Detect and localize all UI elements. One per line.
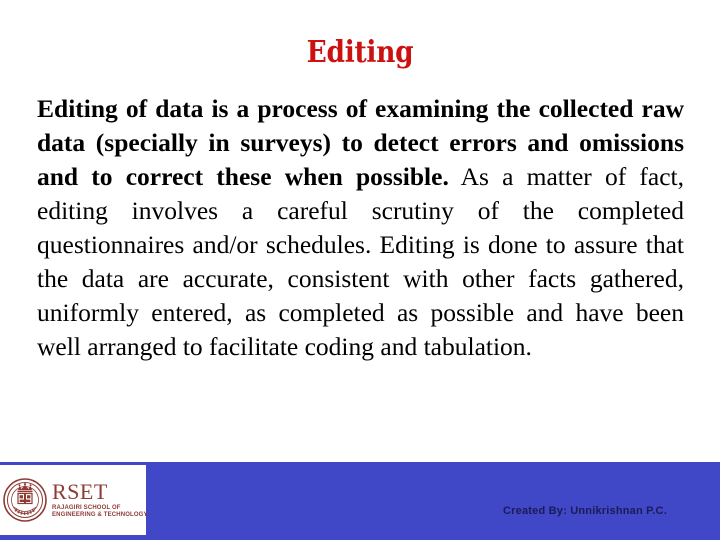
slide-title: Editing — [306, 35, 414, 70]
body-regular-rest: As a matter of fact, editing involves a … — [37, 162, 684, 361]
logo-acronym: RSET — [52, 478, 108, 504]
presentation-slide: Editing Editing of data is a process of … — [0, 0, 720, 540]
logo-fullname-line2: ENGINEERING & TECHNOLOGY — [52, 512, 148, 518]
slide-body-text: Editing of data is a process of examinin… — [37, 92, 684, 364]
logo-fullname-line1: RAJAGIRI SCHOOL OF — [52, 504, 121, 511]
credit-line: Created By: Unnikrishnan P.C. — [503, 505, 667, 517]
logo-wordmark: RSET RAJAGIRI SCHOOL OF ENGINEERING & TE… — [52, 478, 148, 520]
rajagiri-seal-icon — [3, 478, 47, 522]
institution-logo-panel: RSET RAJAGIRI SCHOOL OF ENGINEERING & TE… — [0, 465, 148, 535]
